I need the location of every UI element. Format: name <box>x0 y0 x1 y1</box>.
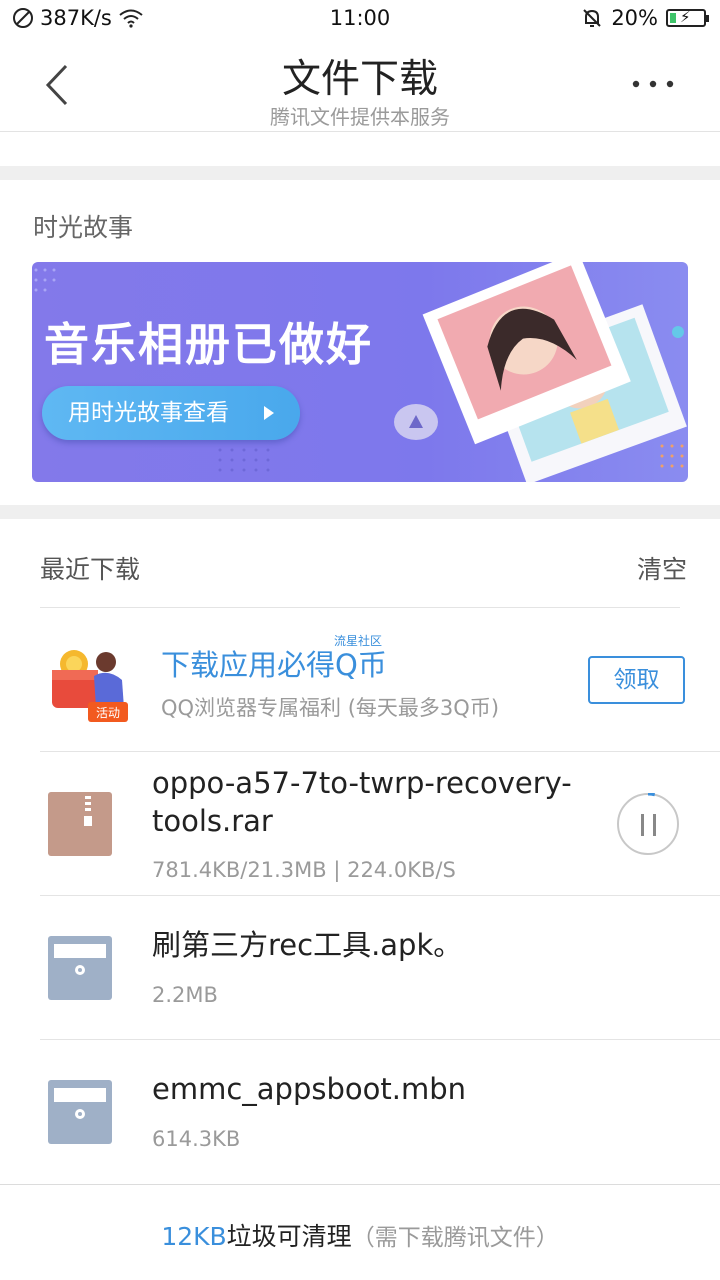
file-name: oppo-a57-7to-twrp-recovery- tools.rar <box>152 764 572 840</box>
divider <box>40 751 720 752</box>
decor-dots <box>218 448 270 472</box>
status-bar: 387K/s 11:00 20% ⚡ <box>0 0 720 38</box>
file-size: 2.2MB <box>152 983 218 1007</box>
more-options-icon[interactable] <box>632 80 674 88</box>
bell-muted-icon <box>583 9 602 27</box>
divider <box>40 895 720 896</box>
file-box-icon <box>48 936 112 1000</box>
progress-arc <box>647 793 656 797</box>
file-progress-text: 781.4KB/21.3MB | 224.0KB/S <box>152 858 456 882</box>
file-name-line: tools.rar <box>152 804 273 838</box>
play-triangle-icon <box>264 406 274 420</box>
pause-bar <box>653 814 656 836</box>
page-subtitle: 腾讯文件提供本服务 <box>270 105 450 129</box>
file-name-line: oppo-a57-7to-twrp-recovery- <box>152 766 572 800</box>
promo-badge: 活动 <box>96 706 120 720</box>
cleanup-label: 垃圾可清理 <box>226 1222 352 1251</box>
banner-cta-button[interactable]: 用时光故事查看 <box>42 386 300 440</box>
promo-description: QQ浏览器专属福利 (每天最多3Q币) <box>161 696 500 720</box>
story-section-title: 时光故事 <box>33 213 134 242</box>
divider <box>40 1039 720 1040</box>
claim-button[interactable]: 领取 <box>588 656 685 704</box>
photo-collage-illustration <box>422 262 687 482</box>
file-name: emmc_appsboot.mbn <box>152 1072 467 1106</box>
cleanup-footer[interactable]: 12KB垃圾可清理（需下载腾讯文件） <box>0 1184 720 1280</box>
promo-watermark: 流星社区 <box>334 634 383 648</box>
battery-percent: 20% <box>611 6 658 30</box>
file-size: 614.3KB <box>152 1127 241 1151</box>
banner-headline: 音乐相册已做好 <box>44 318 374 371</box>
cleanup-text: 12KB垃圾可清理（需下载腾讯文件） <box>0 1217 720 1253</box>
gift-activity-icon: 活动 <box>52 650 128 722</box>
charging-icon: ⚡ <box>680 8 691 26</box>
story-banner[interactable]: 音乐相册已做好 用时光故事查看 <box>32 262 688 482</box>
cleanup-note: （需下载腾讯文件） <box>351 1225 559 1251</box>
recent-downloads-title: 最近下载 <box>40 555 141 584</box>
cleanup-amount: 12KB <box>161 1222 227 1251</box>
file-box-icon <box>48 1080 112 1144</box>
file-name: 刷第三方rec工具.apk。 <box>152 928 463 962</box>
clear-all-button[interactable]: 清空 <box>637 550 687 586</box>
section-gap <box>0 505 720 519</box>
pause-bar <box>641 814 644 836</box>
app-header: 文件下载 腾讯文件提供本服务 <box>0 38 720 132</box>
status-right: 20% ⚡ <box>581 6 709 30</box>
divider <box>40 607 680 608</box>
battery-fill <box>670 13 676 23</box>
section-gap <box>0 166 720 180</box>
pause-button[interactable] <box>617 793 679 855</box>
page-title: 文件下载 <box>281 57 438 102</box>
progress-ring <box>647 793 656 797</box>
banner-cta-label: 用时光故事查看 <box>68 400 229 426</box>
archive-icon <box>48 792 112 856</box>
battery-icon: ⚡ <box>666 8 709 27</box>
